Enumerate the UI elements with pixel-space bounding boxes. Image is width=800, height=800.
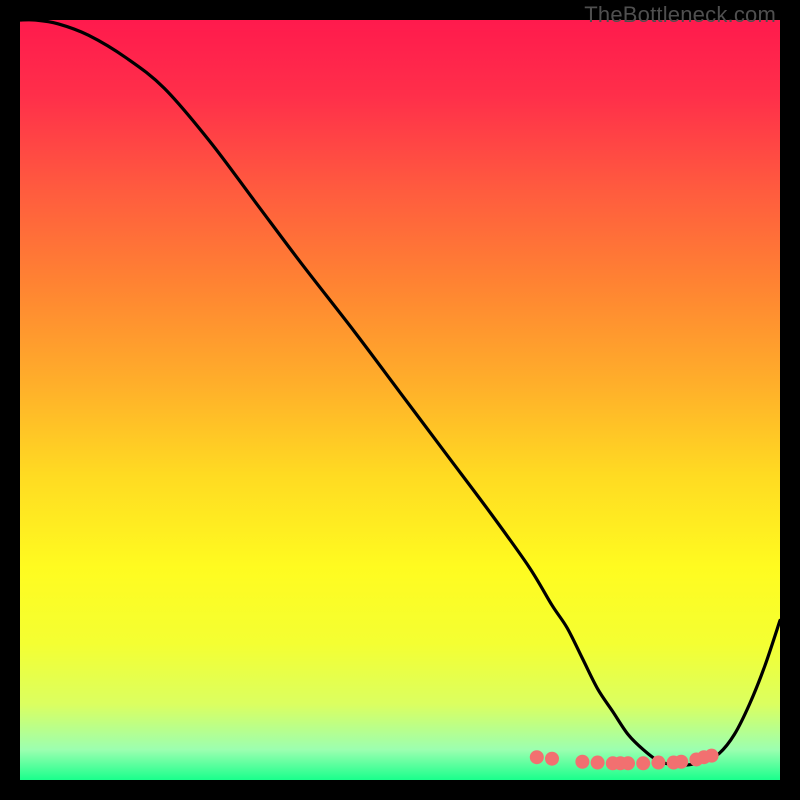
background-gradient <box>20 20 780 780</box>
plot-area <box>20 20 780 780</box>
watermark-text: TheBottleneck.com <box>584 2 776 28</box>
outer-frame: TheBottleneck.com <box>0 0 800 800</box>
